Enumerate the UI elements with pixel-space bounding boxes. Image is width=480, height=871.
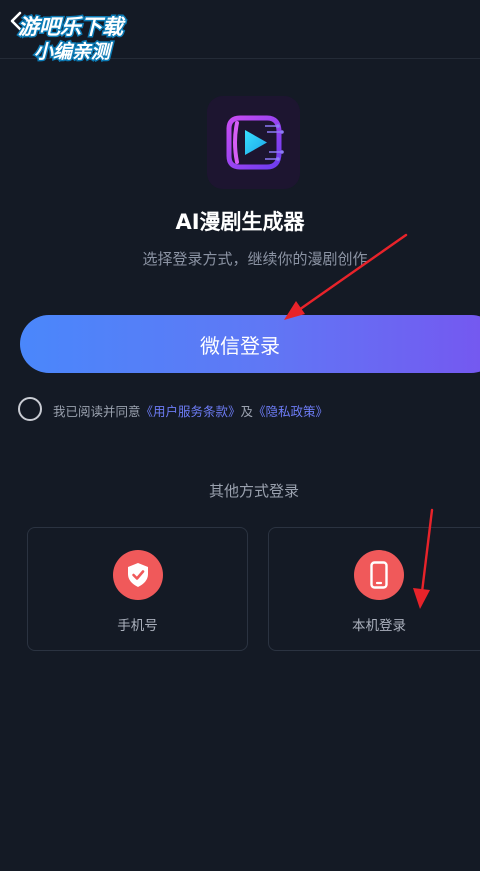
phone-login-label: 手机号 <box>117 618 158 634</box>
login-page: 游吧乐下载 小编亲测 AI漫剧生成器 选择登录方式，继续你的漫剧创作 微信登录 … <box>0 0 480 871</box>
app-title: AI漫剧生成器 <box>175 210 305 234</box>
watermark-line-1: 游吧乐下载 <box>18 15 126 39</box>
agreement-conjunction: 及 <box>240 404 254 419</box>
local-login-option[interactable]: 本机登录 <box>268 527 480 651</box>
shield-check-icon <box>113 550 163 600</box>
other-login-title: 其他方式登录 <box>208 482 299 500</box>
agreement-prefix: 我已阅读并同意 <box>53 404 141 419</box>
app-logo-icon <box>207 96 300 189</box>
agreement-text: 我已阅读并同意《用户服务条款》及《隐私政策》 <box>53 401 328 420</box>
wechat-login-button[interactable]: 微信登录 <box>20 315 480 373</box>
terms-of-service-link[interactable]: 《用户服务条款》 <box>141 404 241 419</box>
watermark-logo: 游吧乐下载 小编亲测 <box>17 14 128 63</box>
watermark-line-2: 小编亲测 <box>34 41 114 62</box>
local-login-label: 本机登录 <box>352 618 406 634</box>
top-bar: 游吧乐下载 小编亲测 <box>0 0 480 63</box>
privacy-policy-link[interactable]: 《隐私政策》 <box>253 404 328 419</box>
app-subtitle: 选择登录方式，继续你的漫剧创作 <box>142 250 368 268</box>
phone-login-option[interactable]: 手机号 <box>27 527 248 651</box>
agreement-checkbox[interactable] <box>18 397 42 421</box>
wechat-login-label: 微信登录 <box>200 333 280 358</box>
smartphone-icon <box>354 550 404 600</box>
app-logo <box>207 96 300 189</box>
